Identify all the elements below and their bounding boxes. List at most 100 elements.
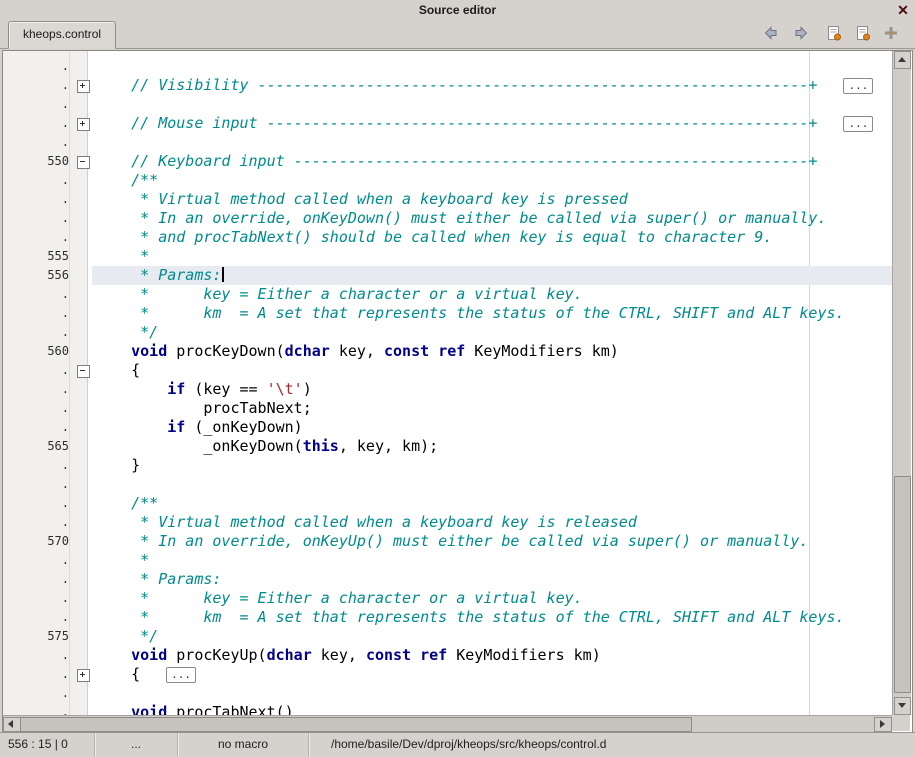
code-line: 560 void procKeyDown(dchar key, const re… bbox=[3, 342, 892, 361]
fold-gutter-cell bbox=[74, 342, 92, 361]
close-button[interactable]: ✕ bbox=[895, 1, 911, 19]
code-line: . // Visibility ------------------------… bbox=[3, 76, 892, 95]
fold-expand-icon[interactable] bbox=[77, 118, 90, 131]
line-number: 570 bbox=[3, 532, 74, 551]
code-line: . if (_onKeyDown) bbox=[3, 418, 892, 437]
horizontal-scrollbar[interactable] bbox=[3, 715, 892, 732]
code-text[interactable]: * km = A set that represents the status … bbox=[92, 304, 892, 323]
fold-gutter-cell bbox=[74, 190, 92, 209]
line-number: . bbox=[3, 114, 74, 133]
line-number: . bbox=[3, 171, 74, 190]
fold-gutter-cell bbox=[74, 551, 92, 570]
fold-gutter-cell bbox=[74, 304, 92, 323]
code-line: . * bbox=[3, 551, 892, 570]
code-text[interactable]: * Params: bbox=[92, 266, 892, 285]
horizontal-scroll-thumb[interactable] bbox=[20, 717, 692, 732]
code-text[interactable] bbox=[92, 684, 892, 703]
code-line: . * km = A set that represents the statu… bbox=[3, 608, 892, 627]
line-number: . bbox=[3, 380, 74, 399]
editor-frame: .. // Visibility -----------------------… bbox=[2, 50, 913, 734]
code-text[interactable]: * key = Either a character or a virtual … bbox=[92, 589, 892, 608]
tab-kheops-control[interactable]: kheops.control bbox=[8, 21, 116, 49]
left-arrow-icon bbox=[8, 720, 13, 728]
code-text[interactable] bbox=[92, 95, 892, 114]
fold-gutter-cell bbox=[74, 532, 92, 551]
code-text[interactable]: * In an override, onKeyDown() must eithe… bbox=[92, 209, 892, 228]
code-text[interactable]: * Params: bbox=[92, 570, 892, 589]
nav-back-icon[interactable] bbox=[763, 25, 779, 41]
fold-collapse-icon[interactable] bbox=[77, 365, 90, 378]
document-icon-2[interactable] bbox=[855, 25, 871, 41]
code-text[interactable]: {... bbox=[92, 665, 892, 684]
code-text[interactable]: if (_onKeyDown) bbox=[92, 418, 892, 437]
right-arrow-icon bbox=[880, 720, 885, 728]
document-icon-1[interactable] bbox=[826, 25, 842, 41]
code-text[interactable] bbox=[92, 133, 892, 152]
code-line: 555 * bbox=[3, 247, 892, 266]
vertical-scroll-thumb[interactable] bbox=[894, 476, 911, 693]
code-text[interactable]: * and procTabNext() should be called whe… bbox=[92, 228, 892, 247]
scroll-down-button[interactable] bbox=[894, 697, 911, 715]
code-line: . bbox=[3, 475, 892, 494]
code-text[interactable] bbox=[92, 475, 892, 494]
line-number: . bbox=[3, 304, 74, 323]
code-line: . bbox=[3, 57, 892, 76]
vertical-scrollbar[interactable] bbox=[892, 51, 911, 715]
code-text[interactable]: _onKeyDown(this, key, km); bbox=[92, 437, 892, 456]
code-text[interactable]: */ bbox=[92, 323, 892, 342]
code-text[interactable]: * km = A set that represents the status … bbox=[92, 608, 892, 627]
scroll-up-button[interactable] bbox=[894, 51, 911, 69]
scroll-right-button[interactable] bbox=[874, 717, 892, 732]
nav-forward-icon[interactable] bbox=[793, 25, 809, 41]
fold-gutter-cell bbox=[74, 399, 92, 418]
file-path-status: /home/basile/Dev/dproj/kheops/src/kheops… bbox=[309, 733, 915, 757]
line-number: 556 bbox=[3, 266, 74, 285]
scroll-left-button[interactable] bbox=[3, 717, 21, 732]
code-text[interactable]: { bbox=[92, 361, 892, 380]
line-number: . bbox=[3, 703, 74, 715]
code-text[interactable]: void procKeyUp(dchar key, const ref KeyM… bbox=[92, 646, 892, 665]
fold-expand-icon[interactable] bbox=[77, 80, 90, 93]
code-text[interactable]: // Keyboard input ----------------------… bbox=[92, 152, 892, 171]
fold-collapse-icon[interactable] bbox=[77, 156, 90, 169]
code-text[interactable]: * In an override, onKeyUp() must either … bbox=[92, 532, 892, 551]
code-text[interactable] bbox=[92, 57, 892, 76]
code-text[interactable]: if (key == '\t') bbox=[92, 380, 892, 399]
code-line: 575 */ bbox=[3, 627, 892, 646]
code-text[interactable]: * Virtual method called when a keyboard … bbox=[92, 190, 892, 209]
source-editor-window: { "colors": { "chrome": "#d5d1cd", "edit… bbox=[0, 0, 915, 756]
code-text[interactable]: * bbox=[92, 551, 892, 570]
fold-ellipsis[interactable]: ... bbox=[843, 116, 873, 132]
code-line: . */ bbox=[3, 323, 892, 342]
code-text[interactable]: void procTabNext() bbox=[92, 703, 892, 715]
code-line: . /** bbox=[3, 494, 892, 513]
code-text[interactable]: procTabNext; bbox=[92, 399, 892, 418]
fold-gutter-cell bbox=[74, 114, 92, 133]
fold-expand-icon[interactable] bbox=[77, 669, 90, 682]
code-line: 565 _onKeyDown(this, key, km); bbox=[3, 437, 892, 456]
code-text[interactable]: /** bbox=[92, 171, 892, 190]
line-number: 560 bbox=[3, 342, 74, 361]
code-text[interactable]: */ bbox=[92, 627, 892, 646]
line-number: . bbox=[3, 646, 74, 665]
line-number: . bbox=[3, 133, 74, 152]
code-text[interactable]: * Virtual method called when a keyboard … bbox=[92, 513, 892, 532]
line-number: . bbox=[3, 76, 74, 95]
fold-gutter-cell bbox=[74, 456, 92, 475]
line-number: . bbox=[3, 494, 74, 513]
fold-ellipsis[interactable]: ... bbox=[843, 78, 873, 94]
code-line: 570 * In an override, onKeyUp() must eit… bbox=[3, 532, 892, 551]
up-arrow-icon bbox=[898, 57, 906, 62]
plus-icon[interactable] bbox=[883, 25, 899, 41]
code-text[interactable]: /** bbox=[92, 494, 892, 513]
code-text[interactable]: // Mouse input -------------------------… bbox=[92, 114, 892, 133]
code-line: . * In an override, onKeyDown() must eit… bbox=[3, 209, 892, 228]
fold-ellipsis[interactable]: ... bbox=[166, 667, 196, 683]
code-text[interactable]: * key = Either a character or a virtual … bbox=[92, 285, 892, 304]
caret-position-status: 556 : 15 | 0 bbox=[0, 733, 95, 757]
code-text[interactable]: void procKeyDown(dchar key, const ref Ke… bbox=[92, 342, 892, 361]
code-text[interactable]: * bbox=[92, 247, 892, 266]
macro-status: no macro bbox=[178, 733, 309, 757]
code-text[interactable]: } bbox=[92, 456, 892, 475]
code-text[interactable]: // Visibility --------------------------… bbox=[92, 76, 892, 95]
